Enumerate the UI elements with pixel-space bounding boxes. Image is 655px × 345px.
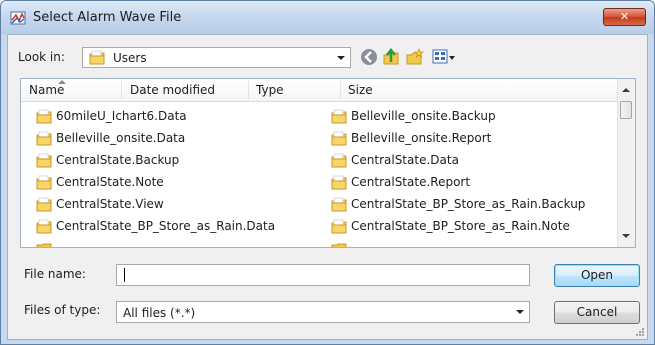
column-header-type[interactable]: Type <box>256 79 284 101</box>
folder-icon <box>36 243 52 247</box>
file-name: CentralState.Data <box>351 153 459 167</box>
folder-icon <box>36 175 52 190</box>
folder-icon <box>331 153 347 168</box>
window-title: Select Alarm Wave File <box>33 10 182 25</box>
look-in-combobox[interactable]: Users <box>82 47 351 68</box>
file-name: Belleville_onsite.Backup <box>351 109 496 123</box>
back-icon[interactable] <box>360 48 378 66</box>
folder-icon <box>331 109 347 124</box>
dialog-body: Look in: Users Name Date modified Type S… <box>7 34 648 340</box>
scroll-down-icon[interactable] <box>622 234 630 238</box>
file-name: CentralState.Note <box>56 175 164 189</box>
file-name: CentralState_BP_Store_as_Rain.Note <box>351 219 570 233</box>
look-in-value: Users <box>113 51 147 65</box>
title-bar[interactable]: Select Alarm Wave File ✕ <box>1 1 654 34</box>
file-type-label: Files of type: <box>24 303 101 317</box>
file-name: CentralState.Backup <box>56 153 180 167</box>
cancel-button[interactable]: Cancel <box>554 301 640 324</box>
vertical-scrollbar[interactable] <box>617 79 635 247</box>
file-name: CentralState.View <box>56 197 164 211</box>
open-button[interactable]: Open <box>554 264 640 287</box>
up-folder-icon[interactable] <box>382 48 400 66</box>
column-divider[interactable] <box>340 81 341 99</box>
file-name: CentralState_BP_Store_as_Rain.Data <box>56 219 276 233</box>
resize-grip-icon[interactable] <box>635 327 645 337</box>
file-name-label: File name: <box>24 267 86 281</box>
scroll-up-icon[interactable] <box>622 88 630 92</box>
folder-icon <box>36 219 52 234</box>
file-type-value: All files (*.*) <box>123 306 196 320</box>
folder-icon <box>331 243 347 247</box>
file-name: 60mileU_Ichart6.Data <box>56 109 187 123</box>
folder-icon <box>36 109 52 124</box>
close-icon: ✕ <box>619 10 630 23</box>
folder-icon <box>36 131 52 146</box>
close-button[interactable]: ✕ <box>603 8 646 26</box>
file-list[interactable]: Name Date modified Type Size 60mileU_Ich… <box>20 78 636 248</box>
dialog-window: Select Alarm Wave File ✕ Look in: Users <box>0 0 655 345</box>
folder-icon <box>331 175 347 190</box>
folder-icon <box>331 219 347 234</box>
file-name: Belleville_onsite.Data <box>56 131 186 145</box>
scrollbar-thumb[interactable] <box>620 101 632 119</box>
folder-icon <box>36 153 52 168</box>
app-icon <box>10 11 26 25</box>
chevron-down-icon <box>337 56 345 60</box>
folder-icon <box>331 197 347 212</box>
folder-icon <box>36 197 52 212</box>
file-type-select[interactable]: All files (*.*) <box>116 301 530 323</box>
look-in-label: Look in: <box>18 50 65 64</box>
folder-icon <box>89 50 105 65</box>
column-header-name[interactable]: Name <box>29 79 64 101</box>
file-name: CentralState_BP_Store_as_Rain.Backup <box>351 197 586 211</box>
column-header-date-modified[interactable]: Date modified <box>130 79 215 101</box>
chevron-down-icon <box>516 310 524 314</box>
list-header: Name Date modified Type Size <box>21 79 619 102</box>
new-folder-icon[interactable] <box>406 48 424 66</box>
text-caret <box>124 268 125 282</box>
folder-icon <box>331 131 347 146</box>
column-divider[interactable] <box>121 81 122 99</box>
file-name-input[interactable] <box>116 264 530 286</box>
file-name: CentralState.Report <box>351 175 471 189</box>
column-header-size[interactable]: Size <box>348 79 373 101</box>
view-menu-icon[interactable] <box>432 48 456 66</box>
file-name: Belleville_onsite.Report <box>351 131 492 145</box>
column-divider[interactable] <box>248 81 249 99</box>
